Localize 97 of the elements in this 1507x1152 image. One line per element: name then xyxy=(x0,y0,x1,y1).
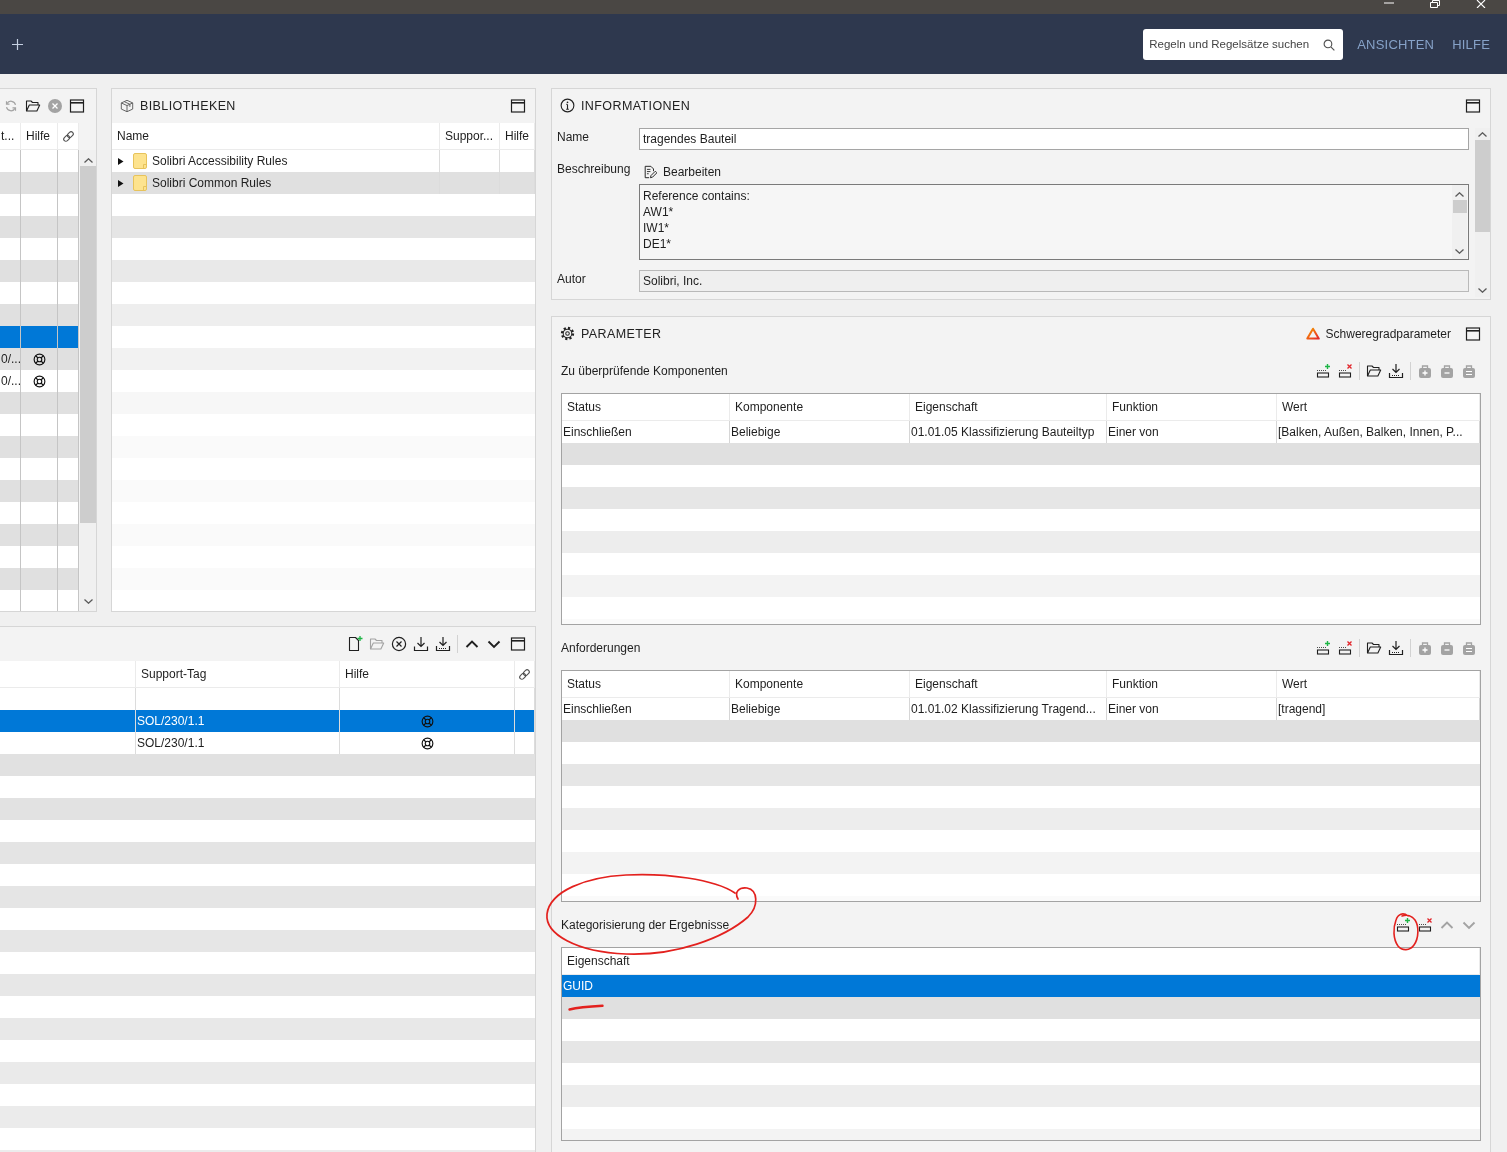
column-header[interactable]: Support-Tag xyxy=(136,661,340,687)
warning-icon xyxy=(1305,327,1320,340)
add-row-icon[interactable] xyxy=(1315,640,1331,656)
table-row[interactable]: Einschließen Beliebige 01.01.02 Klassifizierung Tragend... Einer von [tragend] xyxy=(562,698,1480,720)
maximize-icon[interactable] xyxy=(510,97,526,114)
section-title: Anforderungen xyxy=(561,641,641,655)
import-icon[interactable] xyxy=(1388,363,1404,379)
add-row-icon[interactable] xyxy=(1315,363,1331,379)
field-label: Autor xyxy=(557,271,587,288)
scroll-down-icon[interactable] xyxy=(83,599,93,604)
library-name: Solibri Accessibility Rules xyxy=(152,154,288,168)
folder-icon[interactable] xyxy=(25,97,41,114)
scroll-up-icon[interactable] xyxy=(1455,192,1464,197)
scroll-down-icon[interactable] xyxy=(1455,249,1464,254)
column-header[interactable]: Status xyxy=(562,394,730,420)
column-header[interactable]: Funktion xyxy=(1107,394,1277,420)
library-name: Solibri Common Rules xyxy=(152,176,272,190)
maximize-icon[interactable] xyxy=(510,635,526,652)
description-line: IW1* xyxy=(643,220,670,236)
close-circle-icon[interactable] xyxy=(391,635,407,652)
folder-icon[interactable] xyxy=(1366,363,1382,379)
settings-icon xyxy=(560,326,575,341)
hand-drawn-underline xyxy=(568,1004,604,1011)
tree-row[interactable]: Solibri Common Rules xyxy=(112,172,535,194)
lifebuoy-icon[interactable] xyxy=(32,374,46,388)
severity-button[interactable]: Schweregradparameter xyxy=(1305,326,1455,341)
edit-button[interactable]: Bearbeiten xyxy=(639,163,724,181)
download-icon[interactable] xyxy=(413,635,429,652)
info-icon xyxy=(560,98,575,113)
new-file-icon[interactable] xyxy=(347,635,363,652)
column-header[interactable]: Wert xyxy=(1277,671,1480,697)
plus-icon[interactable] xyxy=(12,38,23,50)
column-header[interactable]: Wert xyxy=(1277,394,1480,420)
description-line: Reference contains: xyxy=(643,188,751,204)
scroll-thumb[interactable] xyxy=(1452,200,1467,213)
maximize-icon[interactable] xyxy=(69,97,85,114)
maximize-icon[interactable] xyxy=(1465,97,1481,114)
scrollbar[interactable] xyxy=(1452,185,1467,259)
lifebuoy-icon[interactable] xyxy=(32,352,46,366)
section-title: Zu überprüfende Komponenten xyxy=(561,364,728,378)
column-header[interactable]: Hilfe xyxy=(21,123,58,149)
panel-title: INFORMATIONEN xyxy=(581,98,691,113)
import-icon[interactable] xyxy=(1388,640,1404,656)
close-icon[interactable] xyxy=(1476,0,1486,8)
column-header[interactable]: Eigenschaft xyxy=(910,394,1107,420)
column-header[interactable]: Suppor... xyxy=(440,123,500,149)
remove-row-icon[interactable] xyxy=(1337,640,1353,656)
table-row[interactable]: 0/... xyxy=(0,370,79,392)
field-label: Beschreibung xyxy=(557,161,632,178)
folder-icon xyxy=(133,175,147,191)
menu-item[interactable]: HILFE xyxy=(1452,36,1490,52)
description-line: DE1* xyxy=(643,236,672,252)
scroll-thumb[interactable] xyxy=(1475,140,1490,232)
column-header[interactable]: Name xyxy=(112,123,440,149)
column-header[interactable]: Funktion xyxy=(1107,671,1277,697)
description-line: AW1* xyxy=(643,204,675,220)
column-header[interactable]: Komponente xyxy=(730,394,910,420)
menu-item[interactable]: ANSICHTEN xyxy=(1357,36,1435,52)
scroll-down-icon[interactable] xyxy=(1478,288,1487,293)
maximize-icon[interactable] xyxy=(1465,325,1481,342)
table-row[interactable]: GUID xyxy=(562,975,1480,997)
readonly-field[interactable]: Solibri, Inc. xyxy=(639,270,1469,292)
table-row[interactable]: 0/... xyxy=(0,348,79,370)
remove-row-icon[interactable] xyxy=(1337,363,1353,379)
box-icon xyxy=(120,98,134,113)
folder-icon[interactable] xyxy=(1366,640,1382,656)
import-icon[interactable] xyxy=(435,635,451,652)
add-row-icon[interactable] xyxy=(1395,917,1411,933)
column-header[interactable]: Hilfe xyxy=(500,123,535,149)
column-header[interactable]: Komponente xyxy=(730,671,910,697)
panel-title: BIBLIOTHEKEN xyxy=(140,98,236,113)
column-header[interactable]: Eigenschaft xyxy=(910,671,1107,697)
restore-icon[interactable] xyxy=(1430,0,1440,8)
scroll-thumb[interactable] xyxy=(80,166,96,523)
scroll-up-icon[interactable] xyxy=(1478,132,1487,137)
column-header[interactable]: Eigenschaft xyxy=(562,948,1480,974)
caret-right-icon[interactable] xyxy=(117,157,124,165)
search-icon[interactable] xyxy=(1323,38,1336,51)
scroll-up-icon[interactable] xyxy=(83,158,93,163)
panel-title: PARAMETER xyxy=(581,326,662,341)
edit-icon xyxy=(643,165,657,179)
text-field[interactable]: tragendes Bauteil xyxy=(639,128,1469,150)
column-header[interactable]: t... xyxy=(0,123,21,149)
lifebuoy-icon[interactable] xyxy=(421,736,434,750)
folder-icon xyxy=(133,153,147,169)
search-field[interactable]: Regeln und Regelsätze suchen xyxy=(1143,28,1344,60)
link-icon[interactable] xyxy=(518,667,531,681)
section-title: Kategorisierung der Ergebnisse xyxy=(561,918,730,932)
field-label: Name xyxy=(557,129,590,146)
remove-row-icon[interactable] xyxy=(1417,917,1433,933)
table-row[interactable]: SOL/230/1.1 xyxy=(0,710,535,732)
description-field[interactable]: Reference contains: AW1* IW1* DE1* xyxy=(639,184,1469,260)
caret-right-icon[interactable] xyxy=(117,179,124,187)
column-header[interactable]: Status xyxy=(562,671,730,697)
table-row[interactable]: Einschließen Beliebige 01.01.05 Klassifizierung Bauteiltyp Einer von [Balken, Außen, Balken, Innen, P... xyxy=(562,421,1480,443)
column-header[interactable]: Hilfe xyxy=(340,661,515,687)
link-icon[interactable] xyxy=(61,129,75,143)
